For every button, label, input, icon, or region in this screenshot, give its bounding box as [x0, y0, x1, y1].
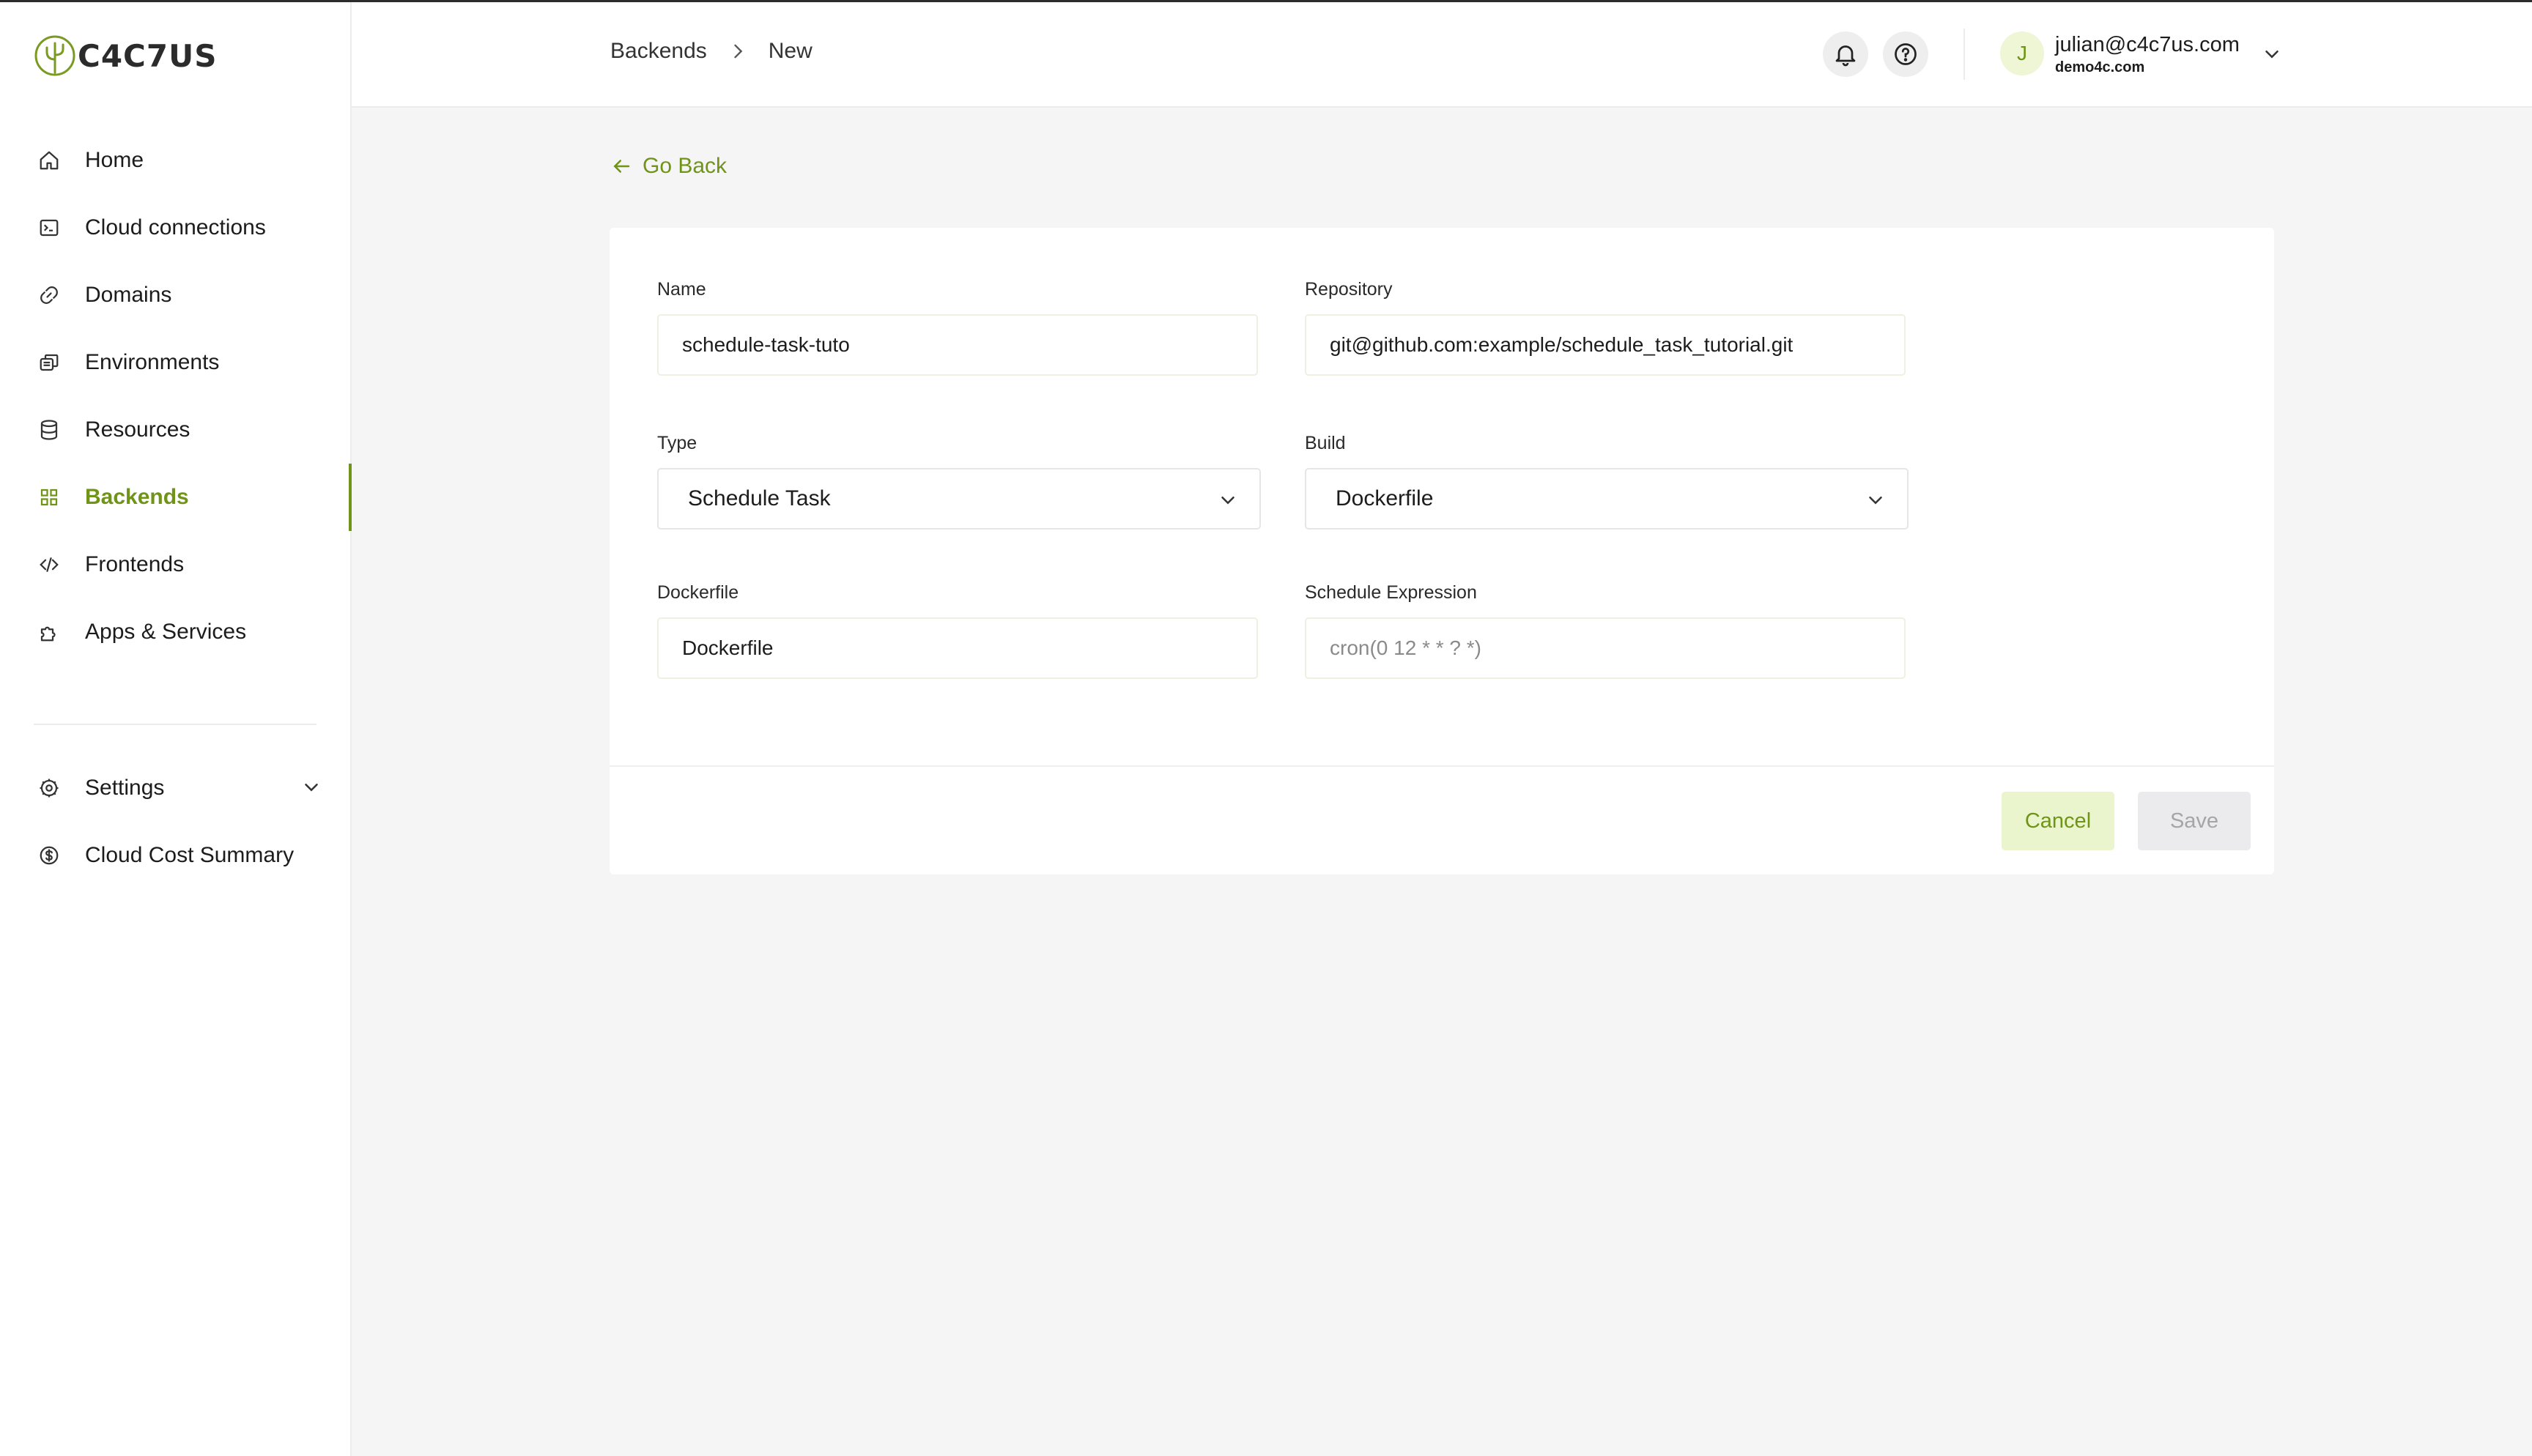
type-selected-value: Schedule Task [688, 486, 831, 510]
environments-icon [37, 350, 62, 375]
home-icon [37, 148, 62, 173]
chevron-right-icon [734, 44, 743, 59]
backend-form-card: Name schedule-task-tuto Repository git@g… [610, 228, 2274, 874]
sidebar-item-cloud-connections[interactable]: Cloud connections [0, 194, 350, 261]
user-email[interactable]: julian@c4c7us.com [2055, 33, 2240, 57]
dollar-circle-icon [37, 843, 62, 868]
terminal-icon [37, 215, 62, 240]
breadcrumb-backends[interactable]: Backends [610, 39, 707, 64]
sidebar-item-label: Cloud Cost Summary [85, 843, 295, 867]
sidebar-item-apps-services[interactable]: Apps & Services [0, 598, 350, 666]
breadcrumb-current: New [768, 39, 812, 63]
sidebar-item-environments[interactable]: Environments [0, 329, 350, 396]
repository-input[interactable]: git@github.com:example/schedule_task_tut… [1305, 314, 1906, 376]
chevron-down-icon [1221, 497, 1234, 505]
sidebar-item-frontends[interactable]: Frontends [0, 531, 350, 598]
build-selected-value: Dockerfile [1336, 486, 1434, 510]
type-select[interactable]: Schedule Task [657, 468, 1261, 530]
help-button[interactable] [1883, 31, 1928, 77]
grid-icon [37, 485, 62, 510]
sidebar-item-label: Domains [85, 283, 172, 307]
form-footer-divider [610, 765, 2274, 767]
header-divider [1963, 29, 1965, 80]
schedule-expression-input[interactable]: cron(0 12 * * ? *) [1305, 617, 1906, 679]
bell-icon [1835, 45, 1856, 67]
user-org: demo4c.com [2055, 59, 2145, 75]
link-icon [37, 283, 62, 308]
help-icon [1895, 43, 1917, 65]
name-input[interactable]: schedule-task-tuto [657, 314, 1258, 376]
cancel-button[interactable]: Cancel [2002, 792, 2114, 850]
chevron-down-icon[interactable] [2261, 43, 2283, 65]
avatar[interactable]: J [2000, 31, 2044, 75]
schedule-expression-label: Schedule Expression [1305, 582, 1477, 603]
sidebar-item-label: Apps & Services [85, 620, 247, 644]
sidebar-item-settings[interactable]: Settings [0, 754, 350, 822]
sidebar-item-cloud-cost-summary[interactable]: Cloud Cost Summary [0, 822, 350, 889]
chevron-down-icon[interactable] [300, 776, 322, 798]
build-label: Build [1305, 433, 1346, 453]
sidebar-item-label: Cloud connections [85, 215, 266, 239]
sidebar-item-resources[interactable]: Resources [0, 396, 350, 464]
brand-logo[interactable]: C4C7US [34, 34, 217, 77]
go-back-label: Go Back [643, 154, 728, 178]
sidebar-item-domains[interactable]: Domains [0, 261, 350, 329]
sidebar: C4C7US Home Cloud connections Domains En… [0, 2, 352, 1456]
type-label: Type [657, 433, 697, 453]
sidebar-item-home[interactable]: Home [0, 127, 350, 194]
sidebar-item-label: Settings [85, 776, 165, 800]
secondary-nav: Settings Cloud Cost Summary [0, 754, 350, 889]
cactus-logo-icon [34, 35, 75, 76]
breadcrumb: Backends New [610, 39, 812, 64]
dockerfile-input[interactable]: Dockerfile [657, 617, 1258, 679]
sidebar-item-label: Resources [85, 417, 190, 442]
chevron-down-icon [1869, 497, 1882, 505]
repository-label: Repository [1305, 279, 1393, 300]
sidebar-item-label: Environments [85, 350, 220, 374]
notifications-button[interactable] [1823, 31, 1868, 77]
arrow-left-icon [613, 160, 630, 173]
top-header: Backends New J julian@c4c7us.com demo4c.… [352, 2, 2532, 108]
gear-icon [37, 776, 62, 801]
main-nav: Home Cloud connections Domains Environme… [0, 127, 352, 666]
puzzle-icon [37, 620, 62, 645]
save-button[interactable]: Save [2138, 792, 2251, 850]
database-icon [37, 417, 62, 442]
sidebar-item-backends[interactable]: Backends [0, 464, 352, 531]
sidebar-item-label: Backends [85, 485, 189, 509]
go-back-link[interactable]: Go Back [610, 154, 727, 179]
brand-name: C4C7US [78, 37, 218, 74]
build-select[interactable]: Dockerfile [1305, 468, 1909, 530]
name-label: Name [657, 279, 706, 300]
sidebar-item-label: Frontends [85, 552, 185, 576]
dockerfile-label: Dockerfile [657, 582, 739, 603]
nav-divider [34, 724, 316, 725]
sidebar-item-label: Home [85, 148, 144, 172]
code-icon [37, 552, 62, 577]
